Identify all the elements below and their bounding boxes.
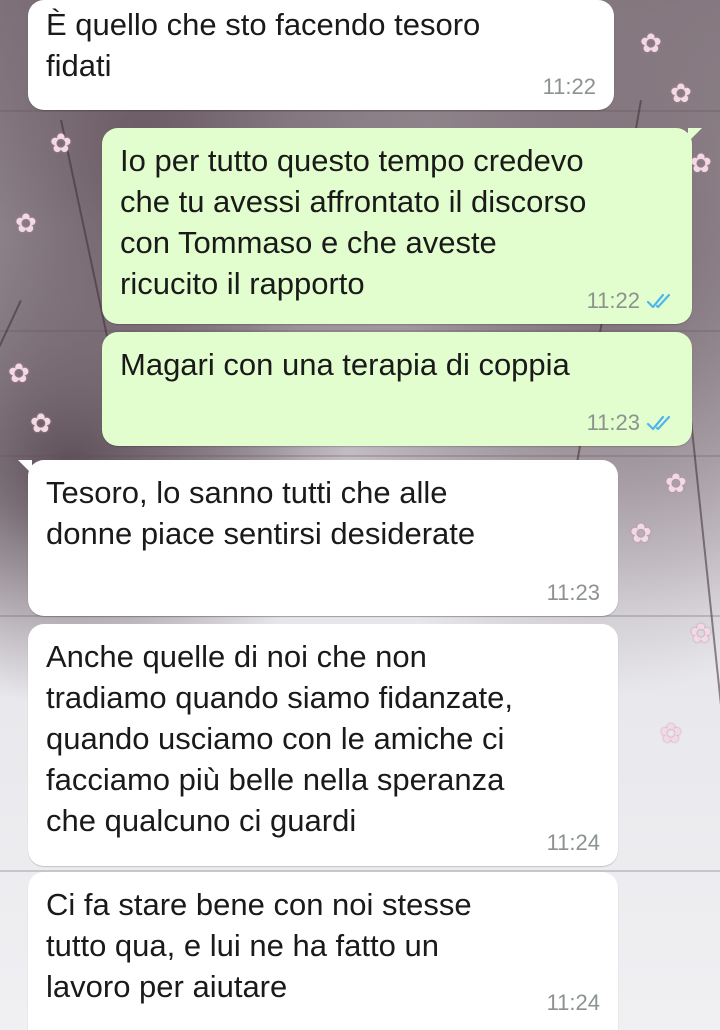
blossom-icon: ✿ — [630, 518, 652, 548]
blossom-icon: ✿ — [50, 128, 72, 158]
message-text: Anche quelle di noi che non tradiamo qua… — [46, 639, 514, 838]
message-time: 11:23 — [546, 580, 600, 605]
message-meta: 11:23 — [587, 410, 676, 436]
message-time: 11:24 — [546, 830, 600, 855]
message-time: 11:22 — [586, 288, 640, 313]
bubble-tail — [18, 460, 32, 474]
bubble-tail — [688, 128, 702, 142]
message-time: 11:23 — [586, 410, 640, 435]
blossom-icon: ✿ — [640, 28, 662, 58]
message-bubble-incoming[interactable]: Anche quelle di noi che non tradiamo qua… — [28, 624, 618, 866]
message-meta: 11:24 — [547, 830, 600, 856]
message-meta: 11:23 — [547, 580, 600, 606]
blossom-icon: ✿ — [30, 408, 52, 438]
message-text: Ci fa stare bene con noi stesse tutto qu… — [46, 887, 472, 1004]
message-text: Magari con una terapia di coppia — [120, 347, 570, 382]
message-bubble-incoming[interactable]: È quello che sto facendo tesoro fidati 1… — [28, 0, 614, 110]
double-check-icon — [646, 293, 671, 309]
message-time: 11:22 — [542, 74, 596, 99]
blossom-icon: ✿ — [665, 468, 687, 498]
message-text: È quello che sto facendo tesoro fidati — [46, 7, 481, 83]
double-check-icon — [646, 415, 671, 431]
message-text: Io per tutto questo tempo credevo che tu… — [120, 143, 587, 301]
message-bubble-outgoing[interactable]: Io per tutto questo tempo credevo che tu… — [102, 128, 702, 324]
message-bubble-incoming[interactable]: Tesoro, lo sanno tutti che alle donne pi… — [18, 460, 618, 616]
message-text: Tesoro, lo sanno tutti che alle donne pi… — [46, 475, 476, 551]
message-bubble-outgoing[interactable]: Magari con una terapia di coppia 11:23 — [102, 332, 692, 446]
message-meta: 11:22 — [543, 74, 596, 100]
message-meta: 11:22 — [587, 288, 676, 314]
message-meta: 11:24 — [547, 990, 600, 1016]
blossom-icon: ✿ — [15, 208, 37, 238]
blossom-icon: ✿ — [690, 618, 712, 648]
message-time: 11:24 — [546, 990, 600, 1015]
message-bubble-incoming[interactable]: Ci fa stare bene con noi stesse tutto qu… — [28, 872, 618, 1030]
blossom-icon: ✿ — [660, 718, 682, 748]
blossom-icon: ✿ — [670, 78, 692, 108]
blossom-icon: ✿ — [690, 148, 712, 178]
blossom-icon: ✿ — [8, 358, 30, 388]
